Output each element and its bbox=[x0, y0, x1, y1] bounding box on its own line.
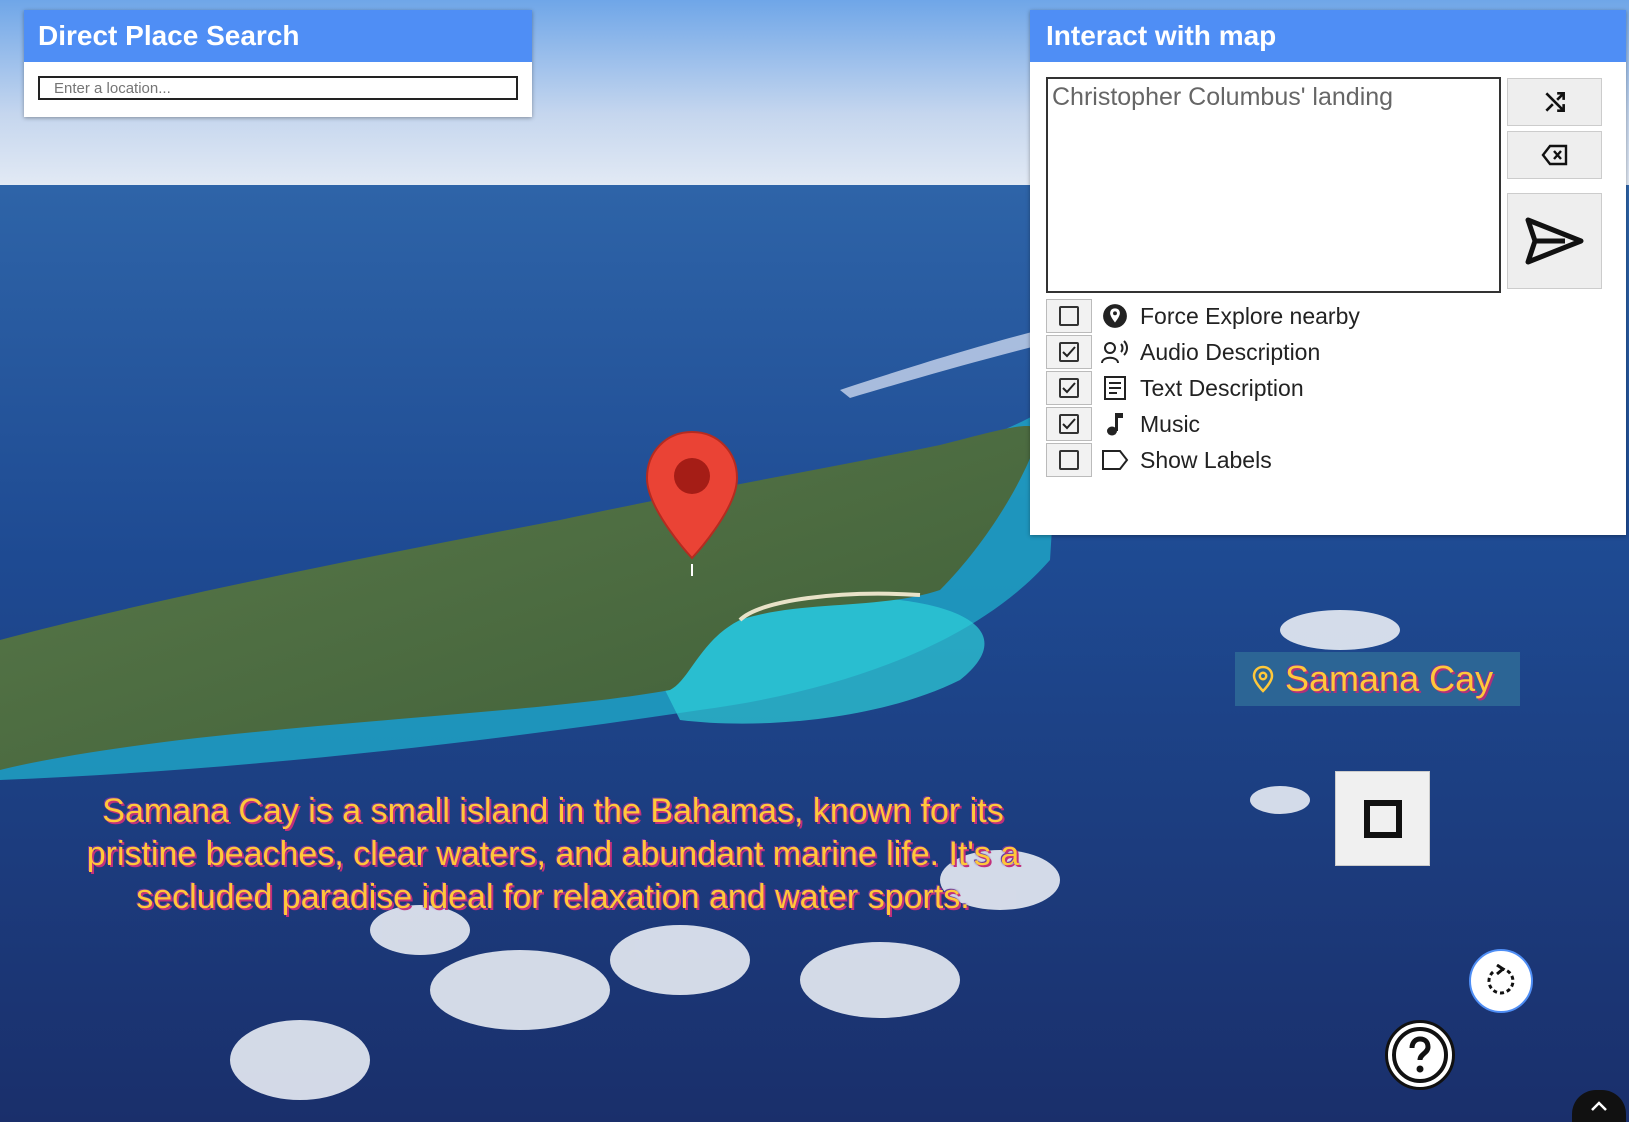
rotate-icon bbox=[1487, 964, 1515, 995]
stop-icon bbox=[1363, 799, 1402, 838]
clear-button[interactable] bbox=[1507, 131, 1602, 179]
option-show-labels: Show Labels bbox=[1046, 443, 1272, 477]
interact-panel-title: Interact with map bbox=[1030, 10, 1626, 62]
help-icon bbox=[1392, 1027, 1448, 1083]
rotate-button[interactable] bbox=[1469, 949, 1533, 1013]
option-text-description: Text Description bbox=[1046, 371, 1304, 405]
map-marker-icon[interactable] bbox=[644, 428, 740, 578]
stop-button[interactable] bbox=[1335, 771, 1430, 866]
audio-description-label: Audio Description bbox=[1140, 338, 1321, 365]
document-icon bbox=[1100, 373, 1130, 403]
show-labels-checkbox[interactable] bbox=[1046, 443, 1092, 477]
label-tag-icon bbox=[1100, 445, 1130, 475]
send-icon bbox=[1525, 217, 1583, 265]
place-description-caption: Samana Cay is a small island in the Baha… bbox=[86, 792, 1020, 916]
shuffle-button[interactable] bbox=[1507, 78, 1602, 126]
show-labels-label: Show Labels bbox=[1140, 446, 1272, 473]
help-button[interactable] bbox=[1385, 1020, 1455, 1090]
search-panel-title: Direct Place Search bbox=[24, 10, 532, 62]
music-checkbox[interactable] bbox=[1046, 407, 1092, 441]
force-explore-checkbox[interactable] bbox=[1046, 299, 1092, 333]
send-button[interactable] bbox=[1507, 193, 1602, 289]
interact-with-map-panel: Interact with map Force Explore nearby A… bbox=[1030, 10, 1626, 535]
option-force-explore: Force Explore nearby bbox=[1046, 299, 1360, 333]
voice-icon bbox=[1100, 337, 1130, 367]
shuffle-icon bbox=[1544, 92, 1565, 112]
text-description-label: Text Description bbox=[1140, 374, 1304, 401]
prompt-textarea[interactable] bbox=[1046, 77, 1501, 293]
force-explore-label: Force Explore nearby bbox=[1140, 302, 1360, 329]
direct-place-search-panel: Direct Place Search bbox=[24, 10, 532, 117]
backspace-icon bbox=[1540, 144, 1567, 166]
place-name-label: Samana Cay bbox=[1235, 652, 1520, 706]
option-audio-description: Audio Description bbox=[1046, 335, 1320, 369]
audio-description-checkbox[interactable] bbox=[1046, 335, 1092, 369]
option-music: Music bbox=[1046, 407, 1200, 441]
location-pin-icon bbox=[1100, 301, 1130, 331]
location-pin-icon bbox=[1252, 665, 1274, 693]
music-label: Music bbox=[1140, 410, 1201, 437]
chevron-up-icon bbox=[1591, 1101, 1607, 1111]
text-description-checkbox[interactable] bbox=[1046, 371, 1092, 405]
location-search-input[interactable] bbox=[38, 76, 518, 100]
place-name-text: Samana Cay bbox=[1285, 658, 1494, 699]
music-note-icon bbox=[1100, 409, 1130, 439]
